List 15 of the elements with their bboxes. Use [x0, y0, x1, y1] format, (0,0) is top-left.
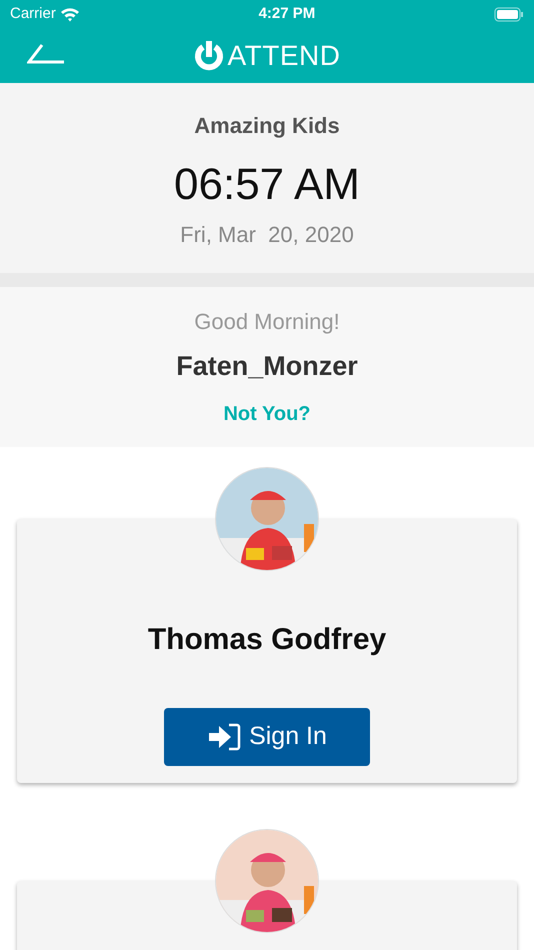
carrier-label: Carrier: [10, 4, 56, 24]
greeting-text: Good Morning!: [194, 308, 340, 336]
sign-in-button[interactable]: Sign In: [164, 708, 370, 766]
sign-in-icon: [207, 723, 242, 751]
group-name: Amazing Kids: [194, 112, 340, 140]
clock-time: 06:57 AM: [174, 159, 360, 211]
child-name: Thomas Godfrey: [148, 622, 386, 658]
app-title: ATTEND: [228, 38, 340, 72]
battery-icon: [494, 6, 524, 22]
wifi-icon: [60, 6, 80, 22]
back-button[interactable]: [27, 42, 65, 66]
power-icon: [194, 40, 224, 72]
user-name: Faten_Monzer: [176, 350, 358, 383]
status-time: 4:27 PM: [258, 4, 316, 24]
date-text: Fri, Mar 20, 2020: [180, 221, 354, 249]
